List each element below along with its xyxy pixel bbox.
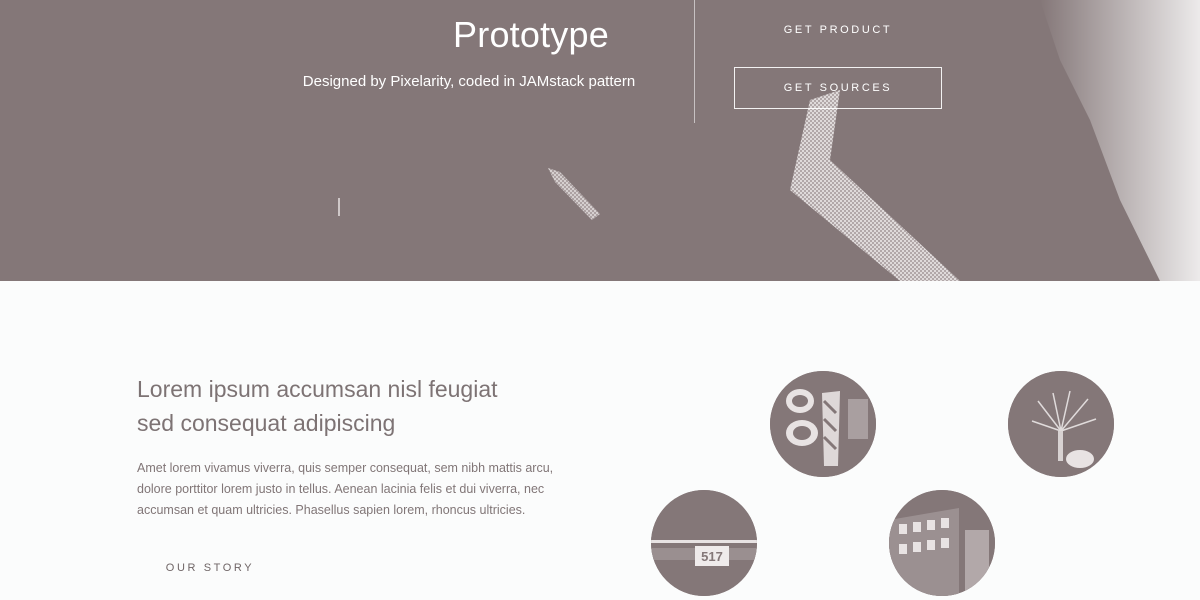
get-product-button[interactable]: GET PRODUCT xyxy=(734,12,942,48)
our-story-button[interactable]: OUR STORY xyxy=(137,552,283,584)
section-body-text: Amet lorem vivamus viverra, quis semper … xyxy=(137,461,554,517)
hero-banner: Prototype Designed by Pixelarity, coded … xyxy=(0,0,1200,281)
gallery-image-shoes[interactable] xyxy=(770,371,876,477)
gallery-image-tree[interactable] xyxy=(1008,371,1114,477)
hero-subtitle: Designed by Pixelarity, coded in JAMstac… xyxy=(302,73,636,90)
section-heading-line-1: Lorem ipsum accumsan nisl feugiat xyxy=(137,376,498,402)
page-title: Prototype xyxy=(453,14,609,55)
street-sign-number: 517 xyxy=(701,549,723,564)
gallery-image-building[interactable] xyxy=(889,490,995,596)
hero-divider xyxy=(694,0,695,123)
get-sources-button[interactable]: GET SOURCES xyxy=(734,67,942,109)
section-heading-line-2: sed consequat adipiscing xyxy=(137,410,396,436)
section-heading: Lorem ipsum accumsan nisl feugiat sed co… xyxy=(137,372,577,440)
gallery-image-street-sign[interactable]: 517 xyxy=(651,490,757,596)
